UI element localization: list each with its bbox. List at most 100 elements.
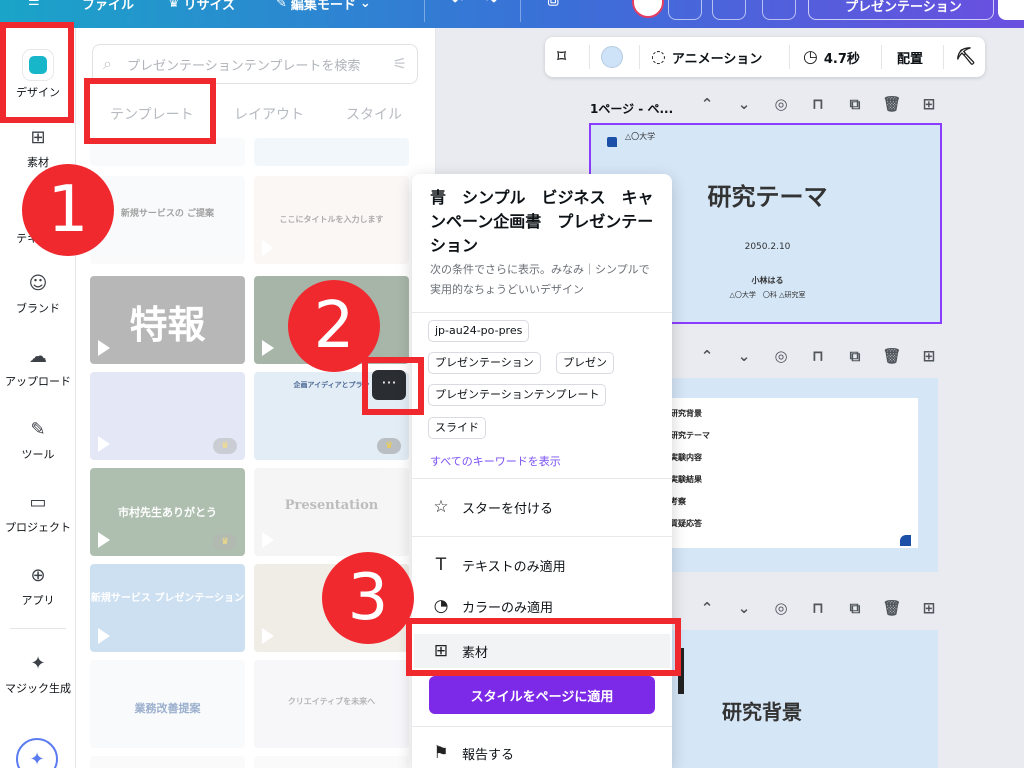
keyword-chip[interactable]: プレゼンテーションテンプレート <box>428 384 607 406</box>
apply-color-only-button[interactable]: ◔ カラーのみ適用 <box>430 594 553 618</box>
resize-menu[interactable]: ♛ リサイズ <box>168 0 235 13</box>
star-label: スターを付ける <box>462 501 554 517</box>
ai-edit-button[interactable]: ⌑ <box>557 37 566 77</box>
rail-item-apps[interactable]: ⊕ アプリ <box>0 562 76 608</box>
template-thumb[interactable]: クリエイティブを未来へ <box>254 660 409 748</box>
rail-label: アプリ <box>21 594 55 607</box>
agenda-item: 実験結果 <box>670 475 702 484</box>
animation-button[interactable]: ◌ アニメーション <box>651 37 762 77</box>
present-button[interactable]: プレゼンテーション <box>808 0 994 20</box>
avatar[interactable] <box>632 0 664 18</box>
template-thumb[interactable] <box>254 756 409 768</box>
rail-item-projects[interactable]: ▭ プロジェクト <box>0 489 76 535</box>
sparkle-icon[interactable]: ✦ <box>16 738 58 768</box>
keyword-chip[interactable]: プレゼン <box>556 352 614 374</box>
play-icon <box>98 340 110 356</box>
rail-label: マジック生成 <box>5 682 71 695</box>
keyword-chip[interactable]: jp-au24-po-pres <box>428 320 530 342</box>
flag-icon: ⚑ <box>433 743 449 763</box>
template-thumb[interactable]: 特報 <box>90 276 245 364</box>
duplicate-icon[interactable]: ⧉ <box>844 599 866 617</box>
trash-icon[interactable]: 🗑 <box>881 347 903 365</box>
divider <box>412 536 672 537</box>
chevron-down-icon[interactable]: ⌄ <box>733 95 755 113</box>
rail-item-magic[interactable]: ✦ マジック生成 <box>0 650 76 696</box>
analytics-button[interactable] <box>712 0 746 20</box>
rail-item-tools[interactable]: ✎ ツール <box>0 416 76 462</box>
chevron-up-icon[interactable]: ⌃ <box>696 95 718 113</box>
copy-style-button[interactable]: ⛏ <box>955 37 977 77</box>
chevron-down-icon[interactable]: ⌄ <box>733 347 755 365</box>
file-menu[interactable]: ファイル <box>82 0 134 13</box>
add-page-icon[interactable]: ⊞ <box>918 347 940 365</box>
duplicate-icon[interactable]: ⧉ <box>844 347 866 365</box>
chevron-up-icon[interactable]: ⌃ <box>696 599 718 617</box>
animation-label: アニメーション <box>671 51 763 67</box>
timing-button[interactable]: ◷ 4.7秒 <box>803 37 860 77</box>
add-page-icon[interactable]: ⊞ <box>918 599 940 617</box>
agenda-item: 実験内容 <box>670 453 702 462</box>
template-thumb[interactable] <box>90 756 245 768</box>
popup-description: 次の条件でさらに表示。みなみ｜シンプルで実用的なちょうどいいデザイン <box>430 263 650 296</box>
background-color-button[interactable] <box>601 37 623 77</box>
tab-layouts[interactable]: レイアウト <box>234 104 304 124</box>
apply-style-to-page-button[interactable]: スタイルをページに適用 <box>429 676 655 714</box>
comment-button[interactable] <box>762 0 796 20</box>
hide-icon[interactable]: ◎ <box>770 95 792 113</box>
undo-icon[interactable]: ↶ <box>452 0 463 9</box>
rail-item-upload[interactable]: ☁ アップロード <box>0 343 76 389</box>
trash-icon[interactable]: 🗑 <box>881 95 903 113</box>
template-thumb[interactable]: Presentation <box>254 468 409 556</box>
template-thumb[interactable]: ここにタイトルを入力します <box>254 176 409 264</box>
cloud-save-icon[interactable]: ⎙ <box>548 0 558 9</box>
palette-icon: ◔ <box>433 596 449 616</box>
show-all-keywords-link[interactable]: すべてのキーワードを表示 <box>430 453 561 469</box>
agenda-item: 質疑応答 <box>670 519 702 528</box>
template-thumb[interactable]: 新規サービスの ご提案 <box>90 176 245 264</box>
divider <box>520 0 521 22</box>
text-only-label: テキストのみ適用 <box>462 559 566 575</box>
left-rail: デザイン ⊞ 素材 T テキスト ☺ ブランド ☁ アップロード ✎ ツール ▭… <box>0 28 76 768</box>
divider <box>412 312 672 313</box>
lock-icon[interactable]: ⊓ <box>807 347 829 365</box>
share-button[interactable] <box>998 0 1024 20</box>
template-thumb[interactable] <box>254 138 409 166</box>
tools-icon: ✎ <box>30 418 46 440</box>
position-button[interactable]: 配置 <box>897 37 923 77</box>
template-thumb[interactable]: 市村先生ありがとう ♛ <box>90 468 245 556</box>
chevron-up-icon[interactable]: ⌃ <box>696 347 718 365</box>
template-thumb[interactable]: ♛ <box>90 372 245 460</box>
divider <box>639 45 640 69</box>
divider <box>881 45 882 69</box>
keyword-chip[interactable]: スライド <box>428 417 486 439</box>
pencil-icon: ✎ <box>276 0 287 11</box>
add-collaborator-button[interactable] <box>668 0 702 20</box>
page-title[interactable]: 1ページ - ペ... <box>590 100 673 117</box>
brand-icon: ☺ <box>28 272 48 294</box>
chevron-down-icon[interactable]: ⌄ <box>733 599 755 617</box>
duplicate-icon[interactable]: ⧉ <box>844 95 866 113</box>
thumb-title: ここにタイトルを入力します <box>279 215 384 224</box>
apply-text-only-button[interactable]: T テキストのみ適用 <box>430 553 566 577</box>
position-label: 配置 <box>897 51 924 67</box>
tab-styles[interactable]: スタイル <box>346 104 402 124</box>
hide-icon[interactable]: ◎ <box>770 347 792 365</box>
search-icon: ⌕ <box>103 54 112 73</box>
menu-icon[interactable]: ☰ <box>28 0 40 9</box>
lock-icon[interactable]: ⊓ <box>807 599 829 617</box>
lock-icon[interactable]: ⊓ <box>807 95 829 113</box>
folder-icon: ▭ <box>29 491 47 513</box>
filter-icon[interactable]: ⚟ <box>393 54 407 73</box>
trash-icon[interactable]: 🗑 <box>881 599 903 617</box>
redo-icon[interactable]: ↷ <box>486 0 497 9</box>
template-thumb[interactable]: 新規サービス プレゼンテーション <box>90 564 245 652</box>
report-button[interactable]: ⚑ 報告する <box>430 741 514 765</box>
edit-mode-menu[interactable]: ✎ 編集モード ⌄ <box>276 0 371 13</box>
keyword-chip[interactable]: プレゼンテーション <box>428 352 541 374</box>
add-page-icon[interactable]: ⊞ <box>918 95 940 113</box>
template-thumb[interactable]: 業務改善提案 <box>90 660 245 748</box>
agenda-item: 考察 <box>670 497 686 506</box>
hide-icon[interactable]: ◎ <box>770 599 792 617</box>
star-button[interactable]: ☆ スターを付ける <box>430 495 553 519</box>
rail-item-brand[interactable]: ☺ ブランド <box>0 270 76 316</box>
